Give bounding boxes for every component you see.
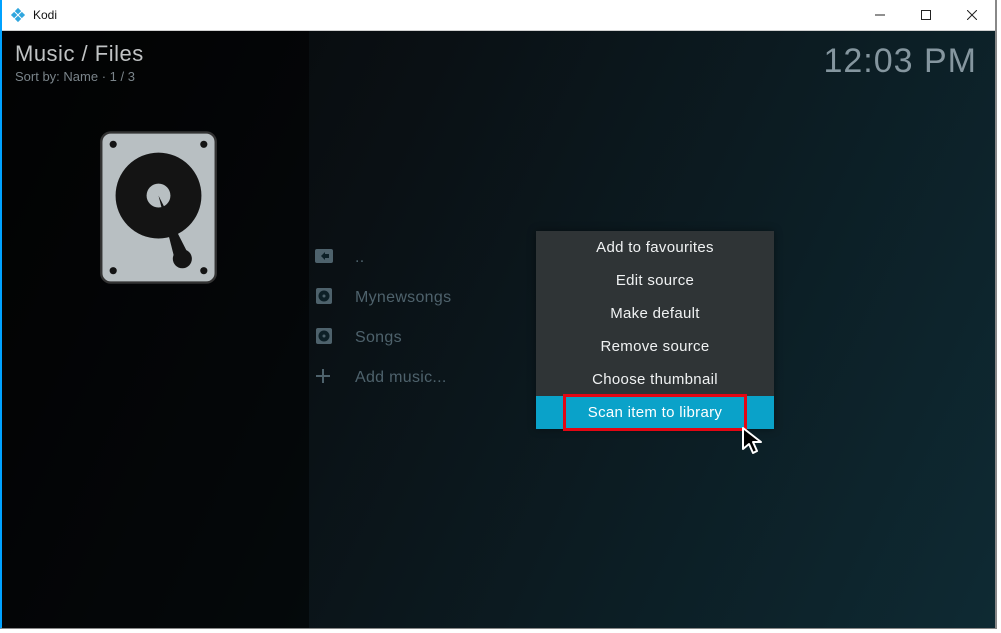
breadcrumb: Music / Files [15, 41, 144, 67]
file-item-label: .. [349, 249, 365, 267]
clock: 12:03 PM [823, 42, 977, 81]
disc-icon [315, 287, 349, 310]
back-arrow-icon [315, 249, 349, 268]
titlebar: Kodi [2, 0, 995, 31]
close-button[interactable] [949, 0, 995, 30]
context-menu: Add to favourites Edit source Make defau… [536, 231, 774, 429]
window-frame: Kodi Music / Files Sort by: Name · 1 / 3… [0, 0, 997, 629]
sort-indicator[interactable]: Sort by: Name · 1 / 3 [15, 69, 144, 84]
kodi-app-icon [10, 7, 26, 23]
file-item-label: Songs [349, 329, 402, 347]
context-item-scan-to-library[interactable]: Scan item to library [536, 396, 774, 429]
window-controls [857, 0, 995, 30]
plus-icon [315, 368, 349, 389]
minimize-button[interactable] [857, 0, 903, 30]
header-area: Music / Files Sort by: Name · 1 / 3 [15, 41, 144, 84]
client-area: Music / Files Sort by: Name · 1 / 3 12:0… [2, 31, 995, 628]
context-item-choose-thumbnail[interactable]: Choose thumbnail [536, 363, 774, 396]
context-item-remove-source[interactable]: Remove source [536, 330, 774, 363]
window-title: Kodi [33, 8, 57, 22]
context-item-edit-source[interactable]: Edit source [536, 264, 774, 297]
sidebar-dim [2, 31, 309, 628]
context-item-add-to-favourites[interactable]: Add to favourites [536, 231, 774, 264]
file-item-label: Mynewsongs [349, 289, 451, 307]
mouse-cursor-icon [742, 427, 770, 462]
harddrive-thumbnail [96, 130, 221, 285]
context-item-make-default[interactable]: Make default [536, 297, 774, 330]
file-item-label: Add music... [349, 369, 447, 387]
maximize-button[interactable] [903, 0, 949, 30]
disc-icon [315, 327, 349, 350]
